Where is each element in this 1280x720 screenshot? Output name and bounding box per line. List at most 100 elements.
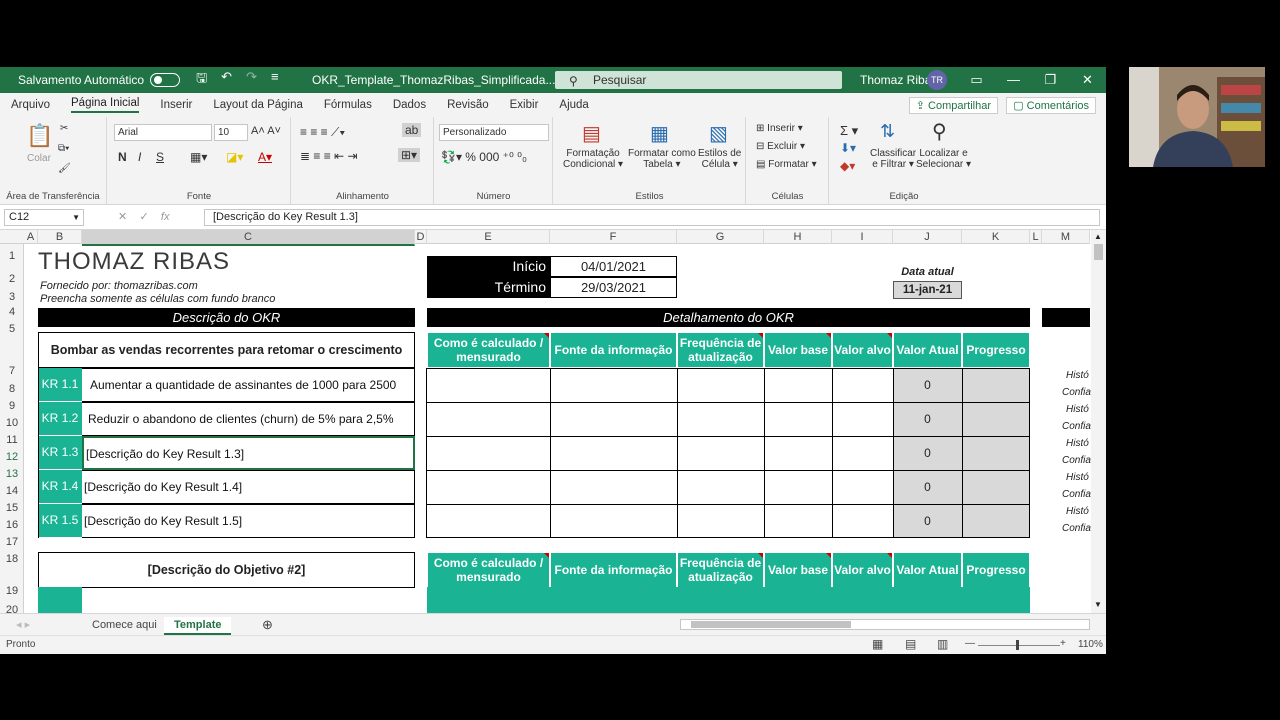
merge-icon[interactable]: ⊞▾ <box>398 148 421 162</box>
fill-color-icon[interactable]: ◪▾ <box>226 150 243 164</box>
undo-icon[interactable]: ↶ <box>221 69 232 91</box>
grow-font-icon[interactable]: A˄ A˅ <box>251 125 281 137</box>
row-header[interactable]: 16 <box>0 519 24 531</box>
format-table-button[interactable]: Formatar como Tabela ▾ <box>628 148 696 170</box>
scroll-down-icon[interactable]: ▼ <box>1094 600 1102 609</box>
col-header[interactable]: M <box>1042 230 1090 244</box>
ribbon-display-icon[interactable]: ▭ <box>958 67 995 93</box>
col-header[interactable]: J <box>893 230 962 244</box>
row-header[interactable]: 4 <box>0 306 24 318</box>
view-pagebreak-icon[interactable]: ▥ <box>937 637 948 651</box>
tab-nav-icon[interactable]: ◂ ▸ <box>6 617 40 633</box>
row-header[interactable]: 2 <box>0 273 24 285</box>
tab-dados[interactable]: Dados <box>393 99 426 111</box>
zoom-slider[interactable] <box>978 645 1060 646</box>
horizontal-scrollbar[interactable] <box>680 619 1090 630</box>
col-header[interactable]: B <box>38 230 82 244</box>
row-header[interactable]: 13 <box>0 468 24 480</box>
copy-icon[interactable]: ⧉▾ <box>58 143 69 154</box>
zoom-in-icon[interactable]: + <box>1060 638 1066 649</box>
sort-filter-button[interactable]: Classificar e Filtrar ▾ <box>870 148 916 170</box>
toggle-switch[interactable] <box>150 73 181 87</box>
autosum-icon[interactable]: Σ ▾ <box>840 123 858 139</box>
row-header[interactable]: 8 <box>0 383 24 395</box>
col-header[interactable]: F <box>550 230 677 244</box>
add-sheet-icon[interactable]: ⊕ <box>252 617 283 633</box>
col-header[interactable]: G <box>677 230 764 244</box>
wrap-text-icon[interactable]: ab <box>402 123 422 137</box>
close-icon[interactable]: ✕ <box>1069 67 1106 93</box>
comments-button[interactable]: ▢ Comentários <box>1006 97 1096 114</box>
col-header[interactable]: A <box>24 230 38 244</box>
col-header[interactable]: I <box>832 230 893 244</box>
spreadsheet-grid[interactable]: A B C D E F G H I J K L M 1 2 3 4 5 7 8 … <box>0 230 1106 613</box>
row-header[interactable]: 10 <box>0 417 24 429</box>
minimize-icon[interactable]: — <box>995 67 1032 93</box>
zoom-level[interactable]: 110% <box>1078 639 1103 650</box>
row-header[interactable]: 1 <box>0 250 24 262</box>
objective-1[interactable]: Bombar as vendas recorrentes para retoma… <box>38 332 415 368</box>
tab-exibir[interactable]: Exibir <box>510 99 539 111</box>
font-size-select[interactable]: 10 <box>214 124 248 141</box>
italic-button[interactable]: I <box>138 150 141 164</box>
formula-icons[interactable]: ✕ ✓ fx <box>118 210 169 223</box>
row-header[interactable]: 11 <box>0 434 24 446</box>
tab-formulas[interactable]: Fórmulas <box>324 99 372 111</box>
find-icon[interactable]: ⚲ <box>932 119 947 144</box>
row-header[interactable]: 19 <box>0 585 24 597</box>
insert-cells-button[interactable]: ⊞ Inserir ▾ <box>756 123 803 134</box>
cell-styles-button[interactable]: Estilos de Célula ▾ <box>698 148 741 170</box>
restore-icon[interactable]: ❐ <box>1032 67 1069 93</box>
tab-pagina-inicial[interactable]: Página Inicial <box>71 97 140 113</box>
file-title[interactable]: OKR_Template_ThomazRibas_Simplificada...… <box>312 73 565 87</box>
conditional-format-button[interactable]: Formatação Condicional ▾ <box>563 148 623 170</box>
scroll-thumb[interactable] <box>691 621 851 628</box>
kr-description[interactable]: [Descrição do Key Result 1.5] <box>82 504 415 538</box>
paste-icon[interactable]: 📋 <box>26 123 53 149</box>
cut-icon[interactable]: ✂ <box>60 123 68 134</box>
col-header[interactable]: E <box>427 230 550 244</box>
underline-button[interactable]: S <box>156 150 164 164</box>
find-select-button[interactable]: Localizar e Selecionar ▾ <box>916 148 971 170</box>
delete-cells-button[interactable]: ⊟ Excluir ▾ <box>756 141 805 152</box>
scroll-up-icon[interactable]: ▲ <box>1094 232 1102 241</box>
col-header[interactable]: L <box>1030 230 1042 244</box>
kr-description[interactable]: Aumentar a quantidade de assinantes de 1… <box>82 368 415 402</box>
row-header[interactable]: 20 <box>0 604 24 613</box>
row-header[interactable]: 17 <box>0 536 24 548</box>
kr-description[interactable]: Reduzir o abandono de clientes (churn) d… <box>82 402 415 436</box>
cell-styles-icon[interactable]: ▧ <box>709 121 728 146</box>
avatar[interactable]: TR <box>927 70 947 90</box>
number-format-select[interactable]: Personalizado <box>439 124 549 141</box>
zoom-out-icon[interactable]: — <box>965 638 975 649</box>
formula-input[interactable]: [Descrição do Key Result 1.3] <box>204 209 1100 226</box>
tab-revisao[interactable]: Revisão <box>447 99 489 111</box>
currency-icon[interactable]: 💱▾ % 000 ⁺⁰ ⁰₀ <box>441 150 527 164</box>
font-color-icon[interactable]: A▾ <box>258 150 272 164</box>
row-header[interactable]: 12 <box>0 451 24 463</box>
end-date[interactable]: 29/03/2021 <box>550 277 677 298</box>
row-header[interactable]: 3 <box>0 291 24 303</box>
autosave-toggle[interactable]: Salvamento Automático <box>18 73 181 87</box>
user-name[interactable]: Thomaz Ribas <box>860 73 937 87</box>
row-header[interactable]: 5 <box>0 323 24 335</box>
row-header[interactable]: 18 <box>0 553 24 565</box>
view-layout-icon[interactable]: ▤ <box>905 637 916 651</box>
format-table-icon[interactable]: ▦ <box>650 121 669 146</box>
col-header[interactable]: H <box>764 230 832 244</box>
redo-icon[interactable]: ↷ <box>246 69 257 91</box>
kr-description[interactable]: [Descrição do Key Result 1.4] <box>82 470 415 504</box>
scroll-thumb[interactable] <box>1094 244 1103 260</box>
search-input[interactable]: ⚲ Pesquisar <box>555 71 842 89</box>
borders-icon[interactable]: ▦▾ <box>190 150 207 164</box>
tab-layout[interactable]: Layout da Página <box>213 99 303 111</box>
format-painter-icon[interactable]: 🖌 <box>58 163 71 174</box>
sheet-tab-comece[interactable]: Comece aqui <box>82 617 167 633</box>
row-header[interactable]: 14 <box>0 485 24 497</box>
view-normal-icon[interactable]: ▦ <box>872 637 883 651</box>
vertical-scrollbar[interactable]: ▲ ▼ <box>1091 230 1106 613</box>
save-icon[interactable]: 🖫 <box>196 69 207 91</box>
tab-ajuda[interactable]: Ajuda <box>559 99 588 111</box>
tab-inserir[interactable]: Inserir <box>160 99 192 111</box>
fill-icon[interactable]: ⬇▾ <box>840 141 856 155</box>
